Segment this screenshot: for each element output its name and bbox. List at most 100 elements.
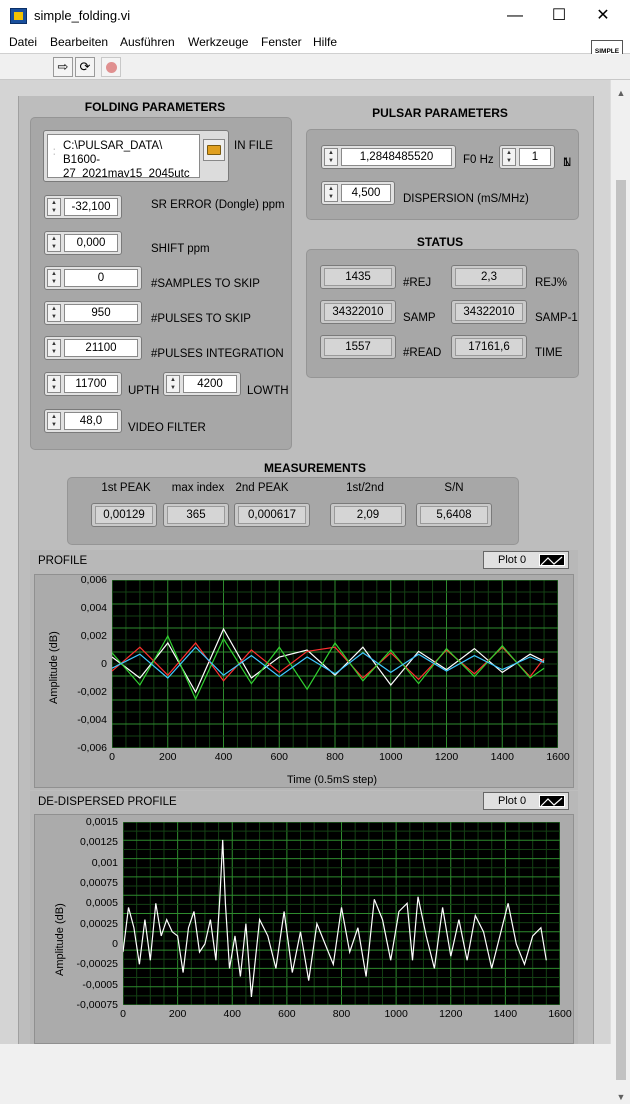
dispersion-value[interactable]: 4,500 [341, 184, 391, 202]
menu-ausfuehren[interactable]: Ausführen [120, 35, 175, 49]
sr-error-control[interactable]: ▲ ▼ -32,100 [44, 195, 122, 219]
lowth-control[interactable]: ▲ ▼ 4200 [163, 372, 241, 396]
scroll-up-icon[interactable]: ▲ [615, 88, 627, 100]
f0-label: F0 Hz [463, 154, 494, 166]
spinner-icon[interactable]: ▲ ▼ [47, 304, 61, 322]
upth-value[interactable]: 11700 [64, 375, 118, 393]
dispersion-control[interactable]: ▲ ▼ 4,500 [321, 181, 395, 205]
f0-value[interactable]: 1,2848485520 [341, 148, 452, 166]
shift-ppm-value[interactable]: 0,000 [64, 234, 118, 252]
close-button[interactable]: ✕ [580, 0, 626, 32]
dedispersed-y-tick-label: -0,00025 [76, 958, 118, 971]
menu-fenster[interactable]: Fenster [261, 35, 302, 49]
profile-y-tick-label: -0,004 [77, 714, 107, 726]
dedispersed-x-tick-label: 1200 [439, 1008, 463, 1020]
profile-plot-legend[interactable]: Plot 0 [483, 551, 569, 569]
sn-label: S/N [444, 482, 464, 494]
dedispersed-x-tick-label: 0 [120, 1008, 126, 1020]
menu-werkzeuge[interactable]: Werkzeuge [188, 35, 248, 49]
video-filter-value[interactable]: 48,0 [64, 412, 118, 430]
profile-x-tick-label: 1000 [379, 751, 403, 763]
n-value[interactable]: 1 [519, 148, 551, 166]
dedispersed-y-tick-label: 0,00075 [80, 877, 118, 889]
toolbar: ⇨ ⟳ [0, 54, 630, 80]
plot-line-style-icon [539, 795, 565, 807]
pulses-integration-value[interactable]: 21100 [64, 339, 138, 357]
n-label-text: N [563, 157, 572, 169]
profile-xlabel: Time (0.5mS step) [287, 774, 378, 786]
minimize-button[interactable]: — [492, 0, 538, 32]
max-index-label: max index [171, 482, 225, 494]
spinner-icon[interactable]: ▲ ▼ [166, 375, 180, 393]
maximize-button[interactable]: ☐ [536, 0, 582, 32]
sr-error-label: SR ERROR (Dongle) ppm [151, 199, 285, 211]
upth-label: UPTH [128, 385, 160, 397]
upth-control[interactable]: ▲ ▼ 11700 [44, 372, 122, 396]
profile-plot-area[interactable] [112, 580, 558, 748]
spinner-icon[interactable]: ▲ ▼ [324, 148, 338, 166]
time-label: TIME [535, 347, 563, 359]
profile-x-tick-label: 1200 [434, 751, 459, 763]
rej-pct-indicator: 2,3 [451, 265, 527, 289]
profile-title: PROFILE [38, 555, 88, 567]
pulses-skip-control[interactable]: ▲ ▼ 950 [44, 301, 142, 325]
spinner-icon[interactable]: ▲ ▼ [47, 339, 61, 357]
spinner-icon[interactable]: ▲ ▼ [47, 375, 61, 393]
dedispersed-x-tick-label: 800 [332, 1008, 351, 1020]
samp1-label: SAMP-1 [535, 312, 578, 324]
menu-datei[interactable]: Datei [9, 35, 37, 49]
dedispersed-x-tick-label: 1600 [548, 1008, 572, 1020]
dedispersed-x-tick-label: 200 [168, 1008, 187, 1020]
shift-ppm-control[interactable]: ▲ ▼ 0,000 [44, 231, 122, 255]
samp-label: SAMP [403, 312, 436, 324]
scroll-down-icon[interactable]: ▼ [615, 1092, 627, 1104]
dedispersed-plot-area[interactable] [123, 822, 560, 1005]
samp-indicator: 34322010 [320, 300, 396, 324]
run-arrow-icon[interactable]: ⇨ [53, 57, 73, 77]
ratio-indicator: 2,09 [330, 503, 406, 527]
infile-path-control[interactable]: · · C:\PULSAR_DATA\ B1600- 27_2021may15_2… [43, 130, 229, 182]
abort-stop-icon[interactable] [101, 57, 121, 77]
spinner-icon[interactable]: ▲ ▼ [47, 198, 61, 216]
browse-folder-icon[interactable] [203, 139, 225, 161]
samp-value: 34322010 [324, 303, 392, 321]
menu-bearbeiten[interactable]: Bearbeiten [50, 35, 108, 49]
f0-control[interactable]: ▲ ▼ 1,2848485520 [321, 145, 456, 169]
scroll-thumb[interactable] [616, 180, 626, 1080]
sn-indicator: 5,6408 [416, 503, 492, 527]
profile-y-tick-label: 0 [101, 658, 107, 670]
samples-skip-control[interactable]: ▲ ▼ 0 [44, 266, 142, 290]
pulses-skip-value[interactable]: 950 [64, 304, 138, 322]
run-continuously-icon[interactable]: ⟳ [75, 57, 95, 77]
n-control[interactable]: ▲ ▼ 1 [499, 145, 555, 169]
pulses-skip-label: #PULSES TO SKIP [151, 313, 251, 325]
spinner-icon[interactable]: ▲ ▼ [502, 148, 516, 166]
vertical-scrollbar[interactable]: ▲ ▼ [610, 80, 630, 1102]
infile-path-box[interactable]: · · C:\PULSAR_DATA\ B1600- 27_2021may15_2… [47, 134, 200, 178]
menu-hilfe[interactable]: Hilfe [313, 35, 337, 49]
pulses-integration-control[interactable]: ▲ ▼ 21100 [44, 336, 142, 360]
spinner-icon[interactable]: ▲ ▼ [47, 234, 61, 252]
dedispersed-y-tick-label: 0,0015 [85, 816, 118, 828]
profile-y-tick-label: 0,006 [80, 574, 107, 586]
infile-path-text: C:\PULSAR_DATA\ B1600- 27_2021may15_2045… [63, 140, 190, 178]
samples-skip-value[interactable]: 0 [64, 269, 138, 287]
profile-x-tick-label: 800 [326, 751, 344, 763]
infile-label: IN FILE [234, 140, 273, 152]
dedispersed-x-tick-label: 600 [278, 1008, 296, 1020]
spinner-icon[interactable]: ▲ ▼ [47, 269, 61, 287]
dedispersed-y-tick-label: 0,001 [91, 856, 118, 869]
time-indicator: 17161,6 [451, 335, 527, 359]
lowth-value[interactable]: 4200 [183, 375, 237, 393]
video-filter-control[interactable]: ▲ ▼ 48,0 [44, 409, 122, 433]
dedispersed-title: DE-DISPERSED PROFILE [38, 796, 177, 808]
max-index-indicator: 365 [163, 503, 229, 527]
spinner-icon[interactable]: ▲ ▼ [47, 412, 61, 430]
spinner-icon[interactable]: ▲ ▼ [324, 184, 338, 202]
dedispersed-plot-legend[interactable]: Plot 0 [483, 792, 569, 810]
profile-y-tick-label: -0,002 [77, 686, 107, 698]
sr-error-value[interactable]: -32,100 [64, 198, 118, 216]
plot-line-style-icon [539, 554, 565, 566]
dedispersed-y-tick-label: 0,00125 [80, 836, 118, 849]
rej-indicator: 1435 [320, 265, 396, 289]
